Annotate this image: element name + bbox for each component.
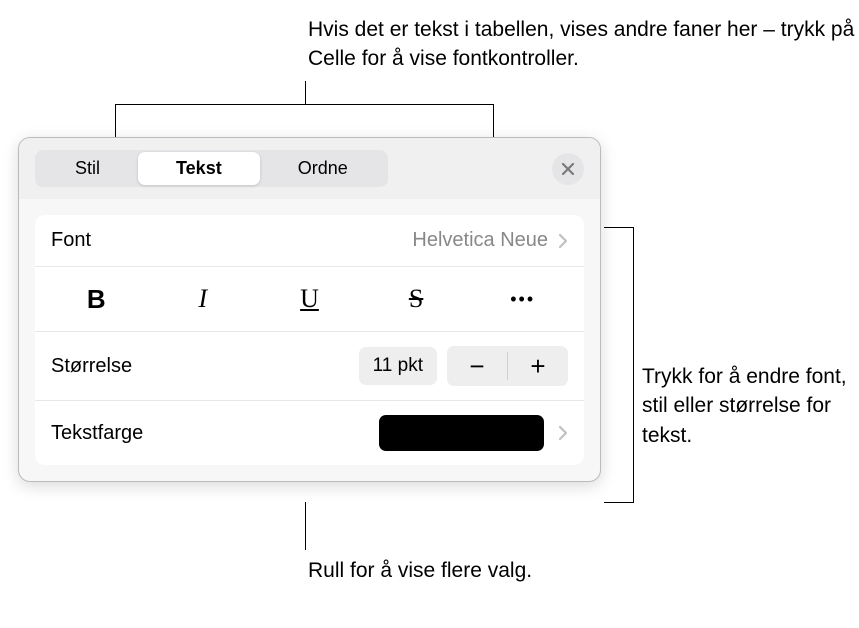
size-label: Størrelse: [51, 355, 132, 378]
bold-button[interactable]: B: [51, 277, 141, 321]
strikethrough-glyph: S: [409, 284, 423, 314]
text-color-label: Tekstfarge: [51, 422, 143, 445]
size-decrease-button[interactable]: −: [447, 346, 507, 386]
size-increase-button[interactable]: +: [508, 346, 568, 386]
text-color-row[interactable]: Tekstfarge: [35, 401, 584, 465]
close-button[interactable]: [552, 153, 584, 185]
font-label: Font: [51, 229, 91, 252]
size-row: Størrelse 11 pkt − +: [35, 332, 584, 401]
size-controls: 11 pkt − +: [359, 346, 568, 386]
tab-group: Stil Tekst Ordne: [35, 150, 388, 187]
color-controls: [379, 415, 568, 451]
callout-bracket-right: [604, 227, 634, 503]
chevron-right-icon: [558, 425, 568, 441]
underline-button[interactable]: U: [264, 277, 354, 321]
italic-button[interactable]: I: [158, 277, 248, 321]
tab-arrange[interactable]: Ordne: [260, 152, 386, 185]
color-swatch[interactable]: [379, 415, 544, 451]
size-value[interactable]: 11 pkt: [359, 347, 437, 385]
tab-style[interactable]: Stil: [37, 152, 138, 185]
text-style-row: B I U S •••: [35, 267, 584, 332]
callout-line-bottom: [305, 502, 306, 550]
panel-body: Font Helvetica Neue B I U S •••: [19, 199, 600, 481]
font-value: Helvetica Neue: [412, 229, 548, 252]
chevron-right-icon: [558, 233, 568, 249]
close-icon: [561, 162, 575, 176]
callout-top: Hvis det er tekst i tabellen, vises andr…: [308, 15, 859, 74]
format-panel: Stil Tekst Ordne Font Helvetica Neue: [18, 137, 601, 482]
size-stepper: − +: [447, 346, 568, 386]
tab-text[interactable]: Tekst: [138, 152, 260, 185]
underline-glyph: U: [300, 284, 319, 314]
callout-bottom: Rull for å vise flere valg.: [308, 556, 532, 585]
callout-right: Trykk for å endre font, stil eller størr…: [642, 362, 859, 450]
more-options-button[interactable]: •••: [478, 277, 568, 321]
panel-header: Stil Tekst Ordne: [19, 138, 600, 199]
strikethrough-button[interactable]: S: [371, 277, 461, 321]
font-row[interactable]: Font Helvetica Neue: [35, 215, 584, 267]
font-value-group: Helvetica Neue: [412, 229, 568, 252]
settings-card: Font Helvetica Neue B I U S •••: [35, 215, 584, 465]
